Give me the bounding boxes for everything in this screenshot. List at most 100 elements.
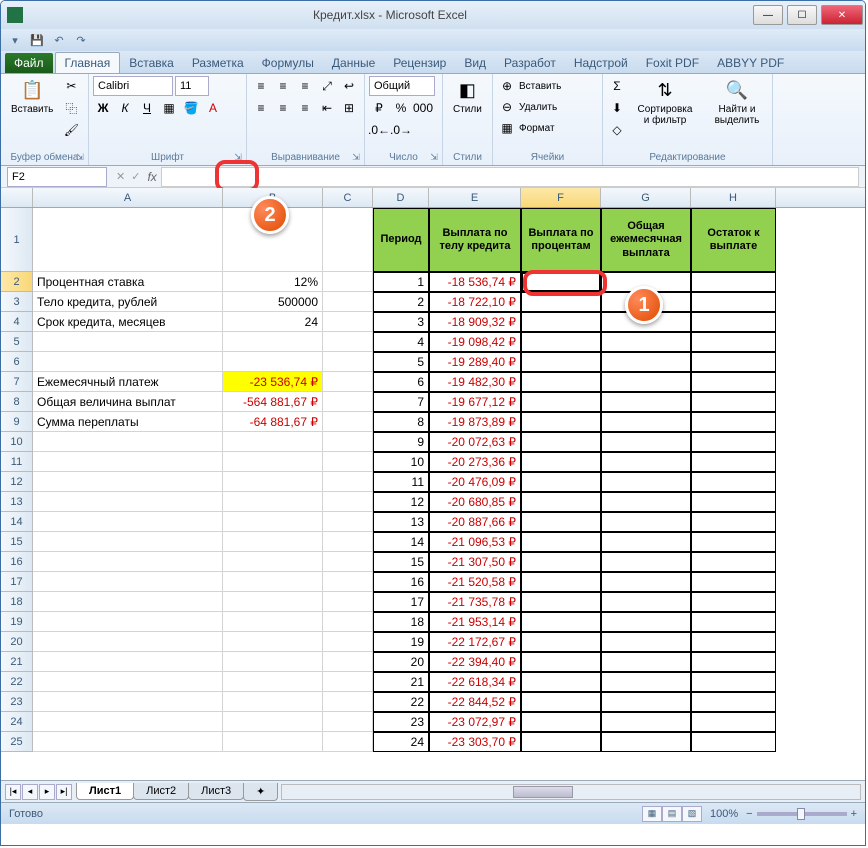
row-header-2[interactable]: 2 bbox=[1, 272, 33, 292]
save-icon[interactable]: 💾 bbox=[29, 32, 45, 48]
view-pagebreak-button[interactable]: ▧ bbox=[682, 806, 702, 822]
cell[interactable] bbox=[601, 512, 691, 532]
align-bottom-button[interactable]: ≡ bbox=[295, 76, 315, 96]
col-header-e[interactable]: E bbox=[429, 188, 521, 207]
cell[interactable] bbox=[323, 272, 373, 292]
row-header-17[interactable]: 17 bbox=[1, 572, 33, 592]
cell[interactable]: 14 bbox=[373, 532, 429, 552]
cell[interactable] bbox=[223, 692, 323, 712]
cell[interactable] bbox=[601, 532, 691, 552]
fill-color-button[interactable]: 🪣 bbox=[181, 98, 201, 118]
font-size-combo[interactable]: 11 bbox=[175, 76, 209, 96]
cell[interactable] bbox=[691, 352, 776, 372]
cell[interactable] bbox=[521, 572, 601, 592]
header-interest-payment[interactable]: Выплата по процентам bbox=[521, 208, 601, 272]
cell[interactable] bbox=[691, 272, 776, 292]
cell[interactable] bbox=[223, 672, 323, 692]
col-header-f[interactable]: F bbox=[521, 188, 601, 207]
cell[interactable] bbox=[33, 692, 223, 712]
row-header-19[interactable]: 19 bbox=[1, 612, 33, 632]
row-header-25[interactable]: 25 bbox=[1, 732, 33, 752]
cell[interactable] bbox=[323, 352, 373, 372]
cell[interactable] bbox=[691, 712, 776, 732]
cell[interactable]: 13 bbox=[373, 512, 429, 532]
cell[interactable] bbox=[33, 492, 223, 512]
row-header-8[interactable]: 8 bbox=[1, 392, 33, 412]
clipboard-launcher-icon[interactable]: ⇲ bbox=[74, 151, 86, 163]
cell[interactable] bbox=[33, 332, 223, 352]
row-header-18[interactable]: 18 bbox=[1, 592, 33, 612]
row-header-15[interactable]: 15 bbox=[1, 532, 33, 552]
cell[interactable] bbox=[323, 412, 373, 432]
cell[interactable] bbox=[521, 432, 601, 452]
cell[interactable] bbox=[323, 472, 373, 492]
autosum-button[interactable]: Σ bbox=[607, 76, 627, 96]
cell[interactable]: 18 bbox=[373, 612, 429, 632]
cell[interactable]: -19 098,42 ₽ bbox=[429, 332, 521, 352]
align-top-button[interactable]: ≡ bbox=[251, 76, 271, 96]
cell[interactable]: -20 476,09 ₽ bbox=[429, 472, 521, 492]
cell[interactable] bbox=[323, 552, 373, 572]
excel-menu-icon[interactable]: ▾ bbox=[7, 32, 23, 48]
col-header-g[interactable]: G bbox=[601, 188, 691, 207]
cell[interactable] bbox=[601, 732, 691, 752]
cell[interactable] bbox=[601, 632, 691, 652]
cell[interactable] bbox=[521, 352, 601, 372]
tab-home[interactable]: Главная bbox=[55, 52, 121, 73]
cell[interactable]: -20 273,36 ₽ bbox=[429, 452, 521, 472]
cell[interactable]: 2 bbox=[373, 292, 429, 312]
font-launcher-icon[interactable]: ⇲ bbox=[232, 151, 244, 163]
comma-button[interactable]: 000 bbox=[413, 98, 433, 118]
cell[interactable]: -22 844,52 ₽ bbox=[429, 692, 521, 712]
header-body-payment[interactable]: Выплата по телу кредита bbox=[429, 208, 521, 272]
cell[interactable] bbox=[223, 652, 323, 672]
row-header-13[interactable]: 13 bbox=[1, 492, 33, 512]
cell[interactable] bbox=[691, 512, 776, 532]
cancel-icon[interactable]: ✕ bbox=[113, 170, 128, 183]
tab-addins[interactable]: Надстрой bbox=[565, 53, 637, 73]
cell[interactable]: 11 bbox=[373, 472, 429, 492]
cut-icon[interactable]: ✂ bbox=[61, 76, 81, 96]
cell[interactable] bbox=[691, 392, 776, 412]
indent-dec-button[interactable]: ⇤ bbox=[317, 98, 337, 118]
merge-button[interactable]: ⊞ bbox=[339, 98, 359, 118]
increase-decimal-button[interactable]: .0← bbox=[369, 120, 389, 140]
orientation-button[interactable]: ⤢ bbox=[317, 76, 337, 96]
cell[interactable] bbox=[323, 592, 373, 612]
underline-button[interactable]: Ч bbox=[137, 98, 157, 118]
cell[interactable]: -64 881,67 ₽ bbox=[223, 412, 323, 432]
cell[interactable] bbox=[323, 372, 373, 392]
cell[interactable] bbox=[691, 312, 776, 332]
cell[interactable]: 17 bbox=[373, 592, 429, 612]
cell[interactable] bbox=[323, 732, 373, 752]
row-header-11[interactable]: 11 bbox=[1, 452, 33, 472]
cell[interactable] bbox=[323, 332, 373, 352]
cell[interactable] bbox=[33, 432, 223, 452]
cell[interactable] bbox=[223, 552, 323, 572]
insert-cells-button[interactable]: ⊕Вставить bbox=[497, 76, 561, 96]
cell[interactable]: 24 bbox=[373, 732, 429, 752]
cell[interactable]: 22 bbox=[373, 692, 429, 712]
cell[interactable]: -19 677,12 ₽ bbox=[429, 392, 521, 412]
copy-icon[interactable]: ⿻ bbox=[61, 98, 81, 118]
cell[interactable] bbox=[223, 732, 323, 752]
formula-input[interactable] bbox=[161, 167, 859, 187]
cell[interactable] bbox=[691, 452, 776, 472]
cell[interactable] bbox=[223, 632, 323, 652]
cell[interactable]: -20 887,66 ₽ bbox=[429, 512, 521, 532]
cell[interactable] bbox=[521, 712, 601, 732]
cell[interactable]: 12% bbox=[223, 272, 323, 292]
view-layout-button[interactable]: ▤ bbox=[662, 806, 682, 822]
cell-selected[interactable] bbox=[521, 272, 601, 292]
row-header-4[interactable]: 4 bbox=[1, 312, 33, 332]
col-header-d[interactable]: D bbox=[373, 188, 429, 207]
cell[interactable]: 24 bbox=[223, 312, 323, 332]
cell[interactable] bbox=[521, 672, 601, 692]
row-header-20[interactable]: 20 bbox=[1, 632, 33, 652]
cell[interactable]: 1 bbox=[373, 272, 429, 292]
cell[interactable]: -19 289,40 ₽ bbox=[429, 352, 521, 372]
decrease-decimal-button[interactable]: .0→ bbox=[391, 120, 411, 140]
bold-button[interactable]: Ж bbox=[93, 98, 113, 118]
zoom-in-button[interactable]: + bbox=[851, 808, 857, 820]
cell[interactable] bbox=[521, 732, 601, 752]
